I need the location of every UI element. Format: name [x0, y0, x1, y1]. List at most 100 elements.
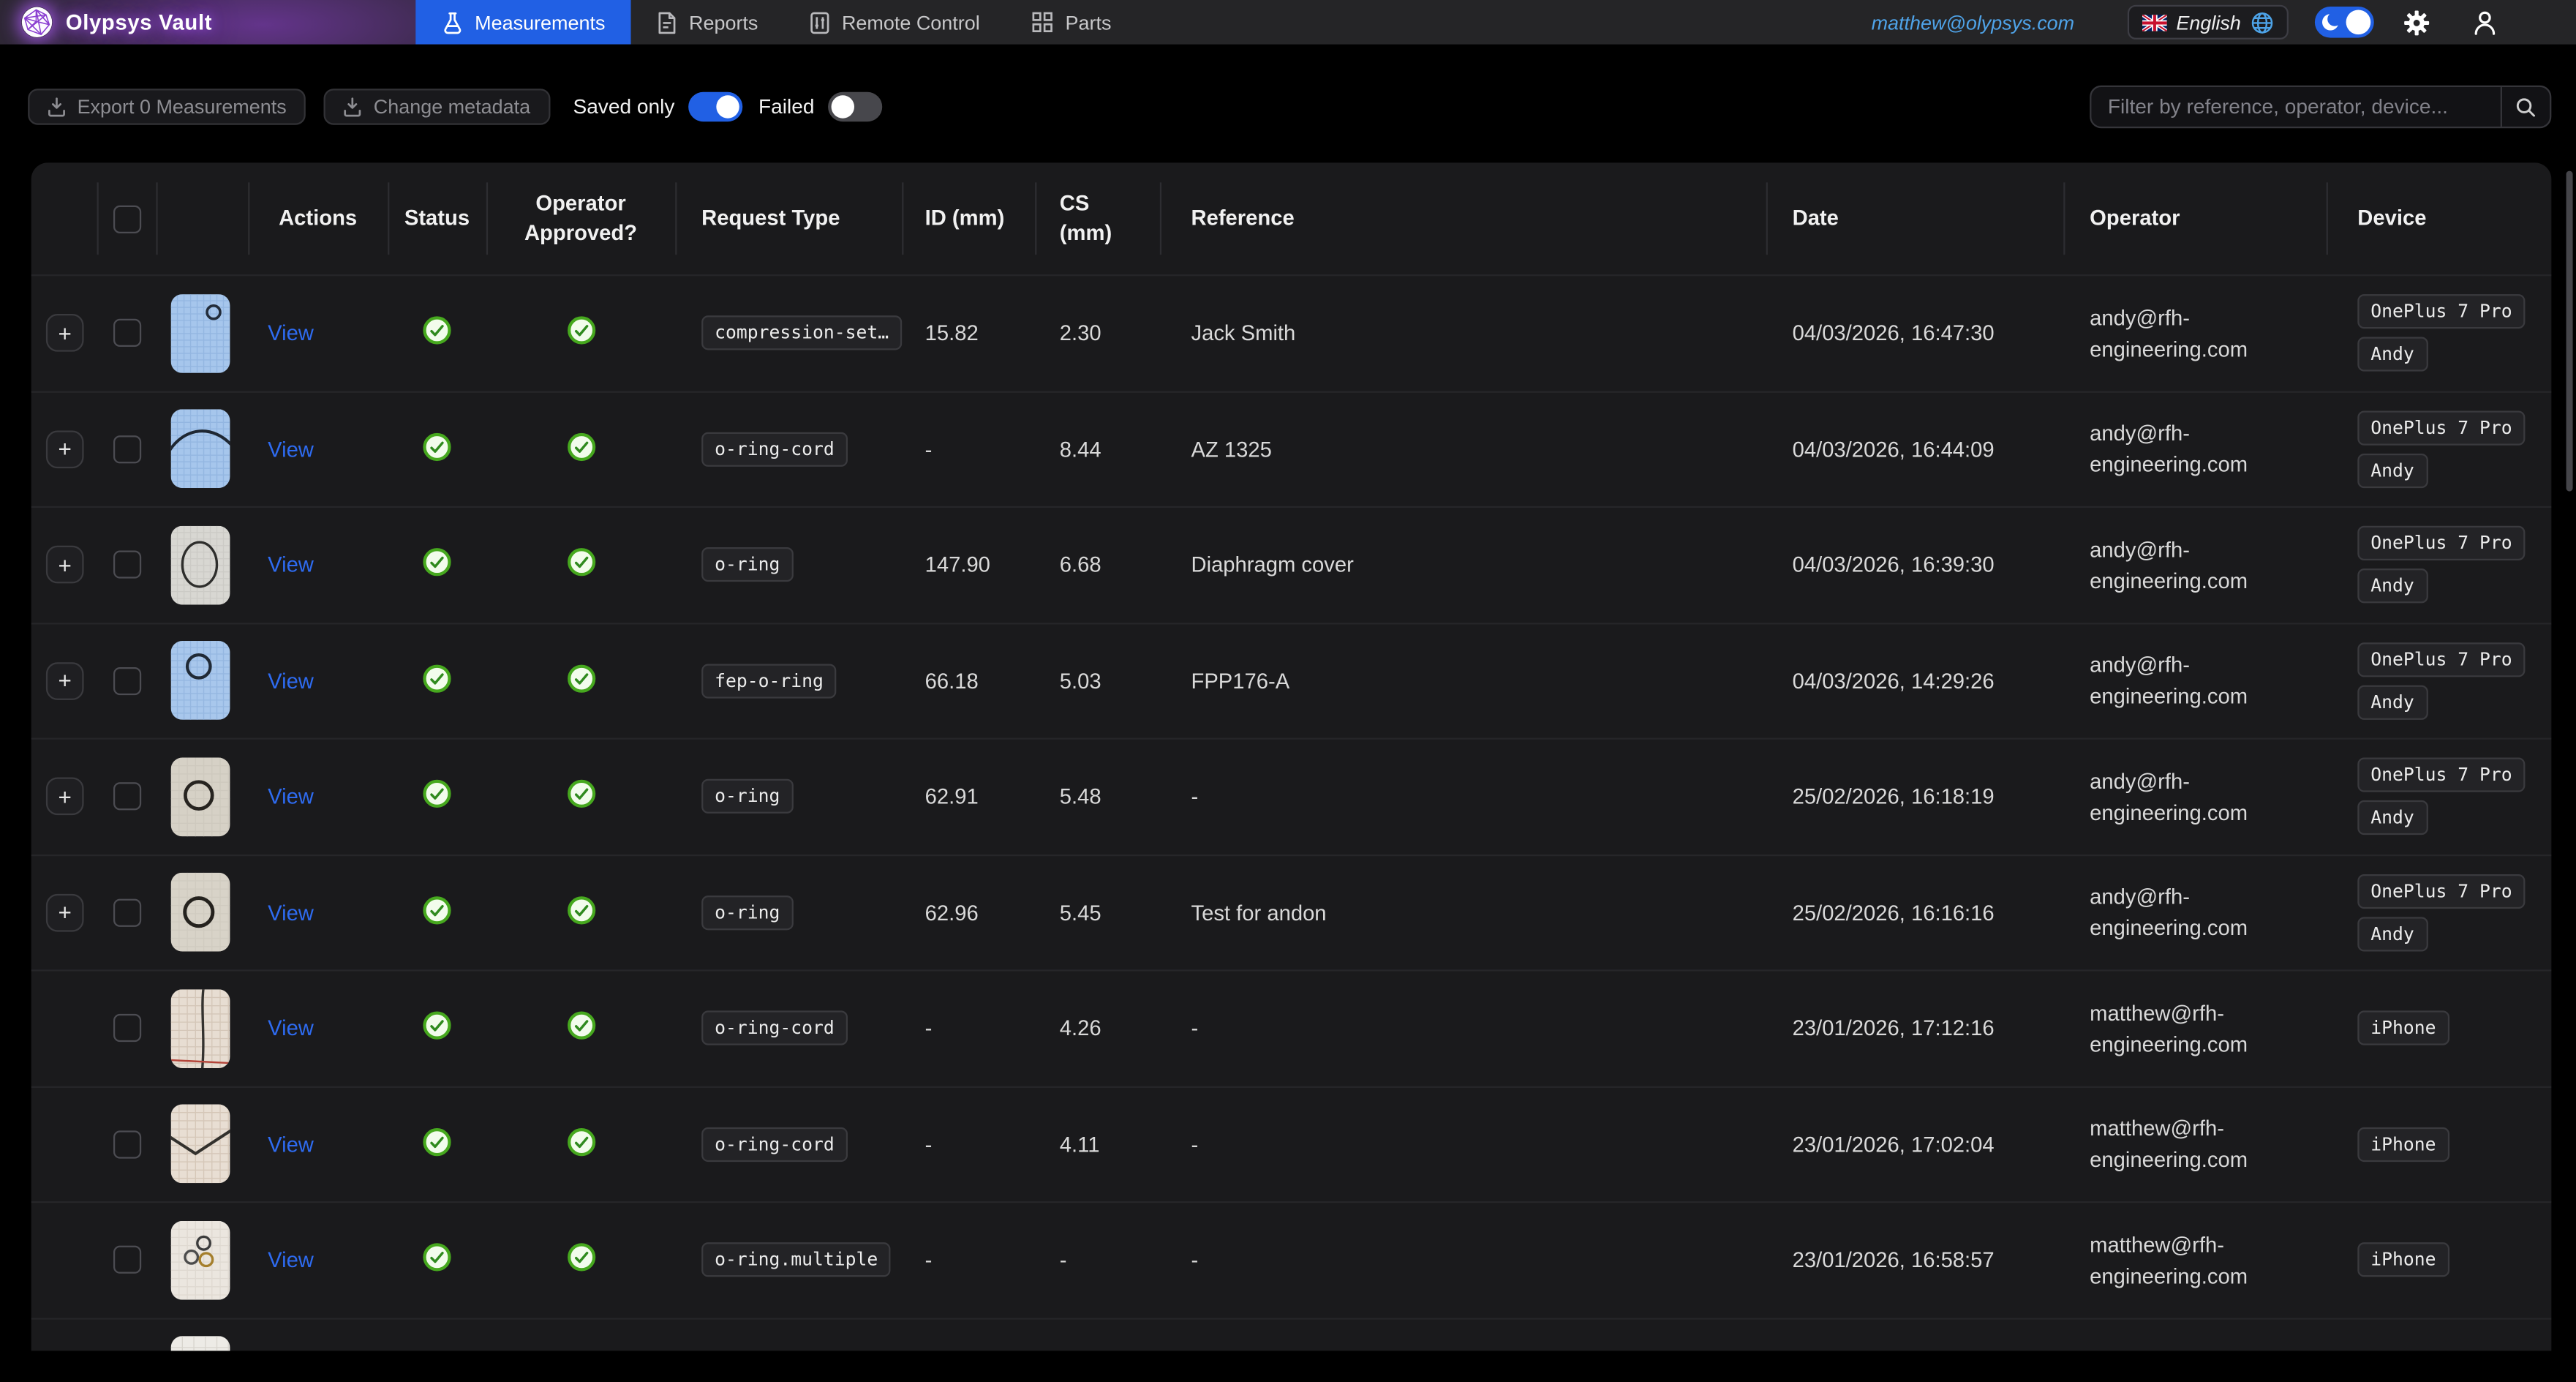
- saved-only-toggle[interactable]: [688, 92, 742, 121]
- table-row: + View o-ring 147.90 6.68 Diaphragm cove…: [31, 506, 2552, 622]
- tab-label: Parts: [1066, 11, 1112, 34]
- toggle-knob: [831, 95, 854, 118]
- measurement-thumbnail[interactable]: [171, 525, 230, 604]
- actions-cell: View: [248, 900, 388, 925]
- user-profile-icon[interactable]: [2473, 9, 2498, 35]
- date-value: 04/03/2026, 16:39:30: [1766, 552, 2064, 577]
- measurement-thumbnail[interactable]: [171, 410, 230, 489]
- thumbnail-cell: [156, 989, 248, 1068]
- status-cell: [388, 1243, 486, 1277]
- measurement-thumbnail[interactable]: [171, 1220, 230, 1299]
- expand-row-button[interactable]: +: [46, 778, 84, 816]
- row-checkbox[interactable]: [113, 1246, 140, 1274]
- device-chip: OnePlus 7 Pro: [2357, 874, 2525, 908]
- view-link[interactable]: View: [248, 669, 314, 694]
- view-link[interactable]: View: [248, 552, 314, 577]
- header-thumbnail-column: [156, 162, 248, 274]
- view-link[interactable]: View: [248, 437, 314, 462]
- view-link[interactable]: View: [248, 1016, 314, 1041]
- filter-box: [2090, 86, 2551, 128]
- filter-input[interactable]: [2091, 87, 2500, 127]
- row-checkbox[interactable]: [113, 898, 140, 926]
- device-chip: Andy: [2357, 917, 2427, 951]
- status-approved-icon: [422, 895, 451, 930]
- view-link[interactable]: View: [248, 1247, 314, 1272]
- id-value: 15.82: [902, 321, 1035, 346]
- export-measurements-button[interactable]: Export 0 Measurements: [28, 89, 306, 124]
- status-cell: [388, 1011, 486, 1045]
- device-chip: OnePlus 7 Pro: [2357, 410, 2525, 445]
- main-nav-tabs: Measurements Reports Remote Control: [415, 0, 1137, 45]
- topbar-right: matthew@olypsys.com English: [1872, 0, 2576, 45]
- user-email-label[interactable]: matthew@olypsys.com: [1872, 11, 2075, 34]
- header-cs-mm: CS (mm): [1035, 162, 1160, 274]
- row-checkbox[interactable]: [113, 435, 140, 463]
- operator-approved-cell: [486, 1243, 675, 1277]
- change-metadata-button[interactable]: Change metadata: [324, 89, 550, 124]
- actions-cell: View: [248, 1247, 388, 1272]
- device-chip: iPhone: [2357, 1011, 2449, 1045]
- tab-measurements[interactable]: Measurements: [415, 0, 631, 45]
- operator-approved-cell: [486, 779, 675, 814]
- measurement-thumbnail[interactable]: [171, 757, 230, 836]
- search-button[interactable]: [2501, 87, 2550, 127]
- table-row: + View o-ring 62.91 5.48 - 25/02/2026, 1…: [31, 738, 2552, 854]
- expand-row-button[interactable]: +: [46, 893, 84, 931]
- tab-parts[interactable]: Parts: [1006, 0, 1138, 45]
- row-checkbox[interactable]: [113, 551, 140, 579]
- id-value: -: [902, 437, 1035, 462]
- measurement-thumbnail[interactable]: [171, 873, 230, 952]
- view-link[interactable]: View: [248, 900, 314, 925]
- expand-row-button[interactable]: +: [46, 662, 84, 700]
- row-checkbox[interactable]: [113, 1130, 140, 1158]
- operator-approved-cell: [486, 895, 675, 930]
- tab-label: Remote Control: [842, 11, 980, 34]
- device-cell: OnePlus 7 Pro Andy: [2327, 410, 2552, 488]
- tab-label: Measurements: [475, 11, 605, 34]
- expand-row-button[interactable]: +: [46, 546, 84, 584]
- row-checkbox[interactable]: [113, 666, 140, 694]
- tab-label: Reports: [689, 11, 758, 34]
- row-checkbox[interactable]: [113, 319, 140, 347]
- measurement-thumbnail[interactable]: [171, 1337, 230, 1351]
- view-link[interactable]: View: [248, 784, 314, 809]
- device-chips: iPhone: [2357, 1011, 2462, 1045]
- status-cell: [388, 432, 486, 466]
- tab-reports[interactable]: Reports: [631, 0, 784, 45]
- device-chip: Andy: [2357, 453, 2427, 487]
- row-checkbox[interactable]: [113, 1014, 140, 1042]
- measurement-thumbnail[interactable]: [171, 989, 230, 1068]
- measurement-thumbnail[interactable]: [171, 294, 230, 373]
- operator-approved-icon: [566, 1243, 595, 1277]
- row-checkbox[interactable]: [113, 783, 140, 811]
- select-all-checkbox[interactable]: [113, 205, 140, 233]
- view-link[interactable]: View: [248, 321, 314, 346]
- app-title: Olypsys Vault: [66, 10, 212, 34]
- measurement-thumbnail[interactable]: [171, 642, 230, 721]
- expand-cell: +: [31, 778, 97, 816]
- operator-approved-cell: [486, 316, 675, 350]
- saved-only-group: Saved only: [573, 92, 742, 121]
- date-value: 04/03/2026, 14:29:26: [1766, 669, 2064, 694]
- operator-value: andy@rfh-engineering.com: [2063, 302, 2326, 364]
- view-link[interactable]: View: [248, 1132, 314, 1157]
- table-header-row: Actions Status Operator Approved? Reques…: [31, 162, 2552, 274]
- measurement-thumbnail[interactable]: [171, 1105, 230, 1184]
- table-row: + View o-ring 62.96 5.45 Test for andon …: [31, 854, 2552, 969]
- globe-icon: [2251, 11, 2273, 34]
- expand-row-button[interactable]: +: [46, 430, 84, 468]
- settings-gear-icon[interactable]: [2403, 9, 2430, 35]
- header-operator: Operator: [2063, 162, 2326, 274]
- device-chip: OnePlus 7 Pro: [2357, 526, 2525, 560]
- sliders-icon: [810, 11, 830, 34]
- dark-mode-toggle[interactable]: [2315, 7, 2374, 38]
- checkbox-cell: [97, 1014, 157, 1042]
- actions-cell: View: [248, 784, 388, 809]
- language-selector[interactable]: English: [2127, 5, 2289, 40]
- operator-approved-icon: [566, 895, 595, 930]
- vertical-scrollbar[interactable]: [2566, 171, 2573, 492]
- tab-remote-control[interactable]: Remote Control: [784, 0, 1006, 45]
- expand-row-button[interactable]: +: [46, 315, 84, 353]
- failed-toggle[interactable]: [827, 92, 881, 121]
- operator-approved-icon: [566, 432, 595, 466]
